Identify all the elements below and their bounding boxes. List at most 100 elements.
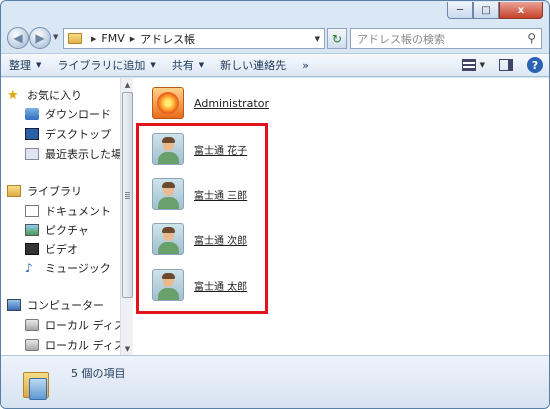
share-label: 共有 bbox=[171, 59, 194, 72]
contact-name: 富士通 次郎 bbox=[194, 235, 248, 247]
scroll-up-icon[interactable]: ▲ bbox=[121, 78, 134, 91]
nav-documents[interactable]: ドキュメント bbox=[25, 202, 111, 220]
include-in-library-button[interactable]: ライブラリに追加 ▼ bbox=[49, 54, 163, 76]
command-bar: 整理 ▼ ライブラリに追加 ▼ 共有 ▼ 新しい連絡先 » ▼ ? bbox=[1, 53, 549, 77]
search-placeholder: アドレス帳の検索 bbox=[357, 32, 445, 46]
chevron-down-icon: ▼ bbox=[36, 61, 42, 69]
forward-button[interactable]: ▶ bbox=[29, 27, 51, 49]
contact-item[interactable]: 富士通 花子 bbox=[152, 130, 247, 168]
nav-pictures[interactable]: ピクチャ bbox=[25, 221, 89, 239]
videos-icon bbox=[25, 243, 39, 255]
chevron-down-icon[interactable]: ▼ bbox=[315, 35, 320, 43]
nav-music[interactable]: ♪ ミュージック bbox=[25, 259, 111, 277]
item-count: 5 個の項目 bbox=[71, 367, 126, 380]
nav-local-disk-2-label: ローカル ディスク bbox=[45, 339, 120, 352]
folder-icon bbox=[68, 33, 82, 44]
content-area: ★ お気に入り ダウンロード デスクトップ 最近表示した場所 ライブラリ ドキュメ… bbox=[1, 78, 549, 355]
chevron-down-icon: ▼ bbox=[198, 61, 205, 69]
disk-icon bbox=[25, 339, 39, 351]
nav-desktop-label: デスクトップ bbox=[45, 128, 111, 141]
organize-label: 整理 bbox=[9, 59, 31, 72]
chevron-down-icon[interactable]: ▼ bbox=[480, 61, 485, 69]
scroll-thumb[interactable] bbox=[122, 92, 133, 298]
nav-recent-label: 最近表示した場所 bbox=[45, 148, 120, 161]
nav-computer-label: コンピューター bbox=[27, 299, 104, 312]
arrow-right-icon: ▶ bbox=[35, 31, 45, 45]
contact-person-icon bbox=[152, 178, 184, 210]
more-label: » bbox=[302, 58, 309, 72]
nav-libraries-label: ライブラリ bbox=[27, 185, 82, 198]
contact-item[interactable]: 富士通 太郎 bbox=[152, 266, 247, 304]
scroll-down-icon[interactable]: ▼ bbox=[121, 342, 134, 355]
nav-videos-label: ビデオ bbox=[45, 243, 78, 256]
nav-downloads[interactable]: ダウンロード bbox=[25, 105, 111, 123]
new-contact-label: 新しい連絡先 bbox=[220, 59, 287, 72]
star-icon: ★ bbox=[7, 87, 19, 103]
help-icon[interactable]: ? bbox=[527, 57, 543, 73]
maximize-button[interactable]: □ bbox=[473, 2, 499, 19]
nav-local-disk-1-label: ローカル ディスク bbox=[45, 319, 120, 332]
pictures-icon bbox=[25, 224, 39, 236]
file-list: Administrator 富士通 花子 富士通 三郎 富士通 次郎 富士通 太… bbox=[134, 78, 549, 355]
contact-name: Administrator bbox=[194, 96, 269, 110]
contact-item[interactable]: 富士通 三郎 bbox=[152, 175, 247, 213]
address-row: ◀ ▶ ▼ ▶ FMV ▶ アドレス帳 ▼ ↻ アドレス帳の検索 ⚲ bbox=[1, 25, 549, 53]
nav-documents-label: ドキュメント bbox=[45, 205, 111, 218]
arrow-left-icon: ◀ bbox=[13, 31, 23, 45]
include-in-library-label: ライブラリに追加 bbox=[57, 59, 146, 72]
contact-name: 富士通 太郎 bbox=[194, 281, 248, 293]
download-folder-icon bbox=[25, 108, 39, 120]
new-contact-button[interactable]: 新しい連絡先 bbox=[212, 54, 294, 76]
nav-pictures-label: ピクチャ bbox=[45, 224, 89, 237]
preview-pane-icon[interactable] bbox=[499, 59, 513, 71]
nav-recent-places[interactable]: 最近表示した場所 bbox=[25, 145, 120, 163]
contact-item[interactable]: 富士通 次郎 bbox=[152, 220, 247, 258]
desktop-icon bbox=[25, 128, 39, 140]
chevron-down-icon: ▼ bbox=[150, 61, 156, 69]
contact-photo-icon bbox=[152, 87, 184, 119]
share-button[interactable]: 共有 ▼ bbox=[164, 54, 212, 76]
navigation-pane: ★ お気に入り ダウンロード デスクトップ 最近表示した場所 ライブラリ ドキュメ… bbox=[1, 78, 120, 355]
window-controls: ─ □ x bbox=[447, 2, 543, 19]
documents-icon bbox=[25, 205, 39, 217]
search-icon: ⚲ bbox=[527, 31, 536, 45]
nav-music-label: ミュージック bbox=[45, 262, 111, 275]
address-bar[interactable]: ▶ FMV ▶ アドレス帳 ▼ bbox=[63, 28, 325, 49]
contact-name: 富士通 花子 bbox=[194, 145, 248, 157]
folder-icon bbox=[23, 366, 51, 400]
breadcrumb-fmv[interactable]: FMV bbox=[101, 32, 124, 45]
nav-scrollbar[interactable]: ▲ ▼ bbox=[120, 78, 133, 355]
details-pane: 5 個の項目 bbox=[1, 355, 549, 408]
computer-icon bbox=[7, 299, 21, 311]
explorer-window: ─ □ x ◀ ▶ ▼ ▶ FMV ▶ アドレス帳 ▼ ↻ アドレス帳の検索 ⚲… bbox=[0, 0, 550, 409]
more-commands-button[interactable]: » bbox=[294, 54, 317, 76]
nav-libraries[interactable]: ライブラリ bbox=[7, 182, 82, 200]
disk-icon bbox=[25, 319, 39, 331]
toolbar-right: ▼ ? bbox=[461, 57, 543, 73]
chevron-right-icon[interactable]: ▶ bbox=[91, 35, 96, 43]
breadcrumb-address-book[interactable]: アドレス帳 bbox=[140, 31, 195, 47]
contact-name: 富士通 三郎 bbox=[194, 190, 248, 202]
contact-person-icon bbox=[152, 269, 184, 301]
search-input[interactable]: アドレス帳の検索 ⚲ bbox=[350, 28, 542, 49]
minimize-button[interactable]: ─ bbox=[447, 2, 473, 19]
nav-local-disk-d[interactable]: ローカル ディスク bbox=[25, 336, 120, 354]
chevron-right-icon[interactable]: ▶ bbox=[130, 35, 135, 43]
music-note-icon: ♪ bbox=[25, 261, 33, 275]
nav-favorites[interactable]: ★ お気に入り bbox=[7, 86, 82, 104]
grip-icon bbox=[125, 191, 130, 199]
nav-favorites-label: お気に入り bbox=[27, 89, 82, 102]
nav-downloads-label: ダウンロード bbox=[45, 108, 111, 121]
contact-item-administrator[interactable]: Administrator bbox=[152, 84, 269, 122]
nav-videos[interactable]: ビデオ bbox=[25, 240, 78, 258]
organize-button[interactable]: 整理 ▼ bbox=[1, 54, 49, 76]
contact-person-icon bbox=[152, 223, 184, 255]
refresh-button[interactable]: ↻ bbox=[327, 28, 347, 49]
back-button[interactable]: ◀ bbox=[7, 27, 29, 49]
recent-pages-dropdown[interactable]: ▼ bbox=[53, 33, 58, 41]
nav-computer[interactable]: コンピューター bbox=[7, 296, 104, 314]
views-icon[interactable] bbox=[461, 59, 476, 71]
nav-local-disk-c[interactable]: ローカル ディスク bbox=[25, 316, 120, 334]
nav-desktop[interactable]: デスクトップ bbox=[25, 125, 111, 143]
close-button[interactable]: x bbox=[499, 2, 543, 19]
